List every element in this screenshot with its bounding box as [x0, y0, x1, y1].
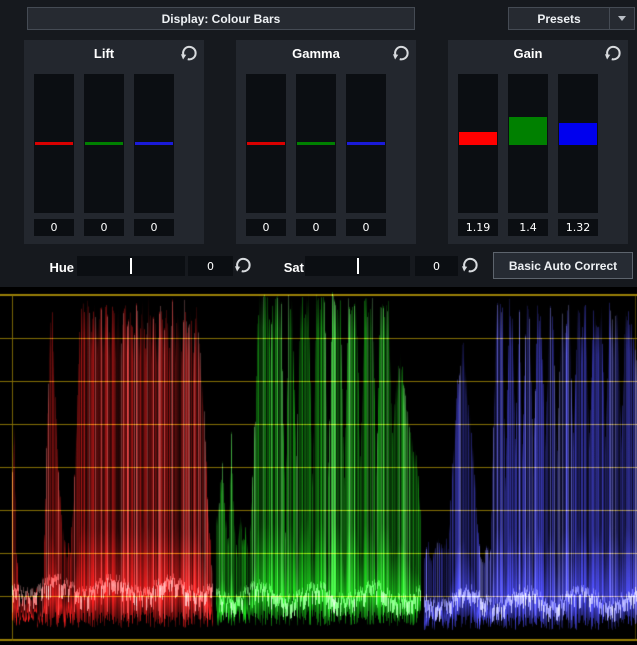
display-mode-label: Display: Colour Bars — [162, 12, 281, 26]
gamma-red-handle[interactable] — [247, 142, 285, 145]
presets-button[interactable]: Presets — [508, 7, 635, 30]
sat-slider-thumb[interactable] — [357, 258, 359, 274]
reset-icon — [392, 44, 410, 62]
lift-section: Lift 0 0 0 — [24, 40, 204, 244]
lift-blue-value[interactable]: 0 — [134, 219, 174, 236]
lift-green-value[interactable]: 0 — [84, 219, 124, 236]
gamma-green-value[interactable]: 0 — [296, 219, 336, 236]
colour-correction-panel: Display: Colour Bars Presets Lift 0 0 0 … — [0, 0, 637, 645]
gain-red-value[interactable]: 1.19 — [458, 219, 498, 236]
presets-label: Presets — [509, 12, 609, 26]
lift-reset-button[interactable] — [180, 44, 198, 62]
gain-green-handle[interactable] — [509, 117, 547, 145]
sat-label: Sat — [274, 260, 304, 275]
lift-title: Lift — [34, 46, 174, 61]
rgb-waveform-scope — [0, 287, 637, 645]
gamma-green-slider[interactable] — [296, 74, 336, 213]
lift-blue-handle[interactable] — [135, 142, 173, 145]
hue-label: Hue — [44, 260, 74, 275]
gamma-title: Gamma — [246, 46, 386, 61]
lift-green-handle[interactable] — [85, 142, 123, 145]
gamma-blue-handle[interactable] — [347, 142, 385, 145]
gain-red-slider[interactable] — [458, 74, 498, 213]
lift-red-value[interactable]: 0 — [34, 219, 74, 236]
gain-section: Gain 1.19 1.4 1.32 — [448, 40, 628, 244]
gamma-green-handle[interactable] — [297, 142, 335, 145]
lift-blue-slider[interactable] — [134, 74, 174, 213]
sat-slider[interactable] — [305, 256, 410, 276]
chevron-down-icon — [618, 16, 626, 21]
basic-auto-correct-button[interactable]: Basic Auto Correct — [493, 252, 633, 279]
basic-auto-correct-label: Basic Auto Correct — [509, 259, 617, 273]
gamma-blue-slider[interactable] — [346, 74, 386, 213]
gain-reset-button[interactable] — [604, 44, 622, 62]
gamma-red-slider[interactable] — [246, 74, 286, 213]
hue-slider[interactable] — [77, 256, 185, 276]
gain-title: Gain — [458, 46, 598, 61]
gamma-red-value[interactable]: 0 — [246, 219, 286, 236]
gain-red-handle[interactable] — [459, 132, 497, 145]
gain-blue-handle[interactable] — [559, 123, 597, 145]
lift-green-slider[interactable] — [84, 74, 124, 213]
reset-icon — [461, 256, 479, 274]
presets-dropdown-button[interactable] — [609, 8, 634, 29]
gain-green-slider[interactable] — [508, 74, 548, 213]
sat-reset-button[interactable] — [461, 256, 479, 274]
gain-blue-slider[interactable] — [558, 74, 598, 213]
display-mode-button[interactable]: Display: Colour Bars — [27, 7, 415, 30]
gamma-section: Gamma 0 0 0 — [236, 40, 416, 244]
gain-blue-value[interactable]: 1.32 — [558, 219, 598, 236]
gamma-blue-value[interactable]: 0 — [346, 219, 386, 236]
hue-reset-button[interactable] — [234, 256, 252, 274]
reset-icon — [604, 44, 622, 62]
hue-slider-thumb[interactable] — [130, 258, 132, 274]
lift-red-handle[interactable] — [35, 142, 73, 145]
gain-green-value[interactable]: 1.4 — [508, 219, 548, 236]
reset-icon — [234, 256, 252, 274]
reset-icon — [180, 44, 198, 62]
sat-value[interactable]: 0 — [415, 256, 458, 276]
hue-value[interactable]: 0 — [188, 256, 233, 276]
gamma-reset-button[interactable] — [392, 44, 410, 62]
lift-red-slider[interactable] — [34, 74, 74, 213]
